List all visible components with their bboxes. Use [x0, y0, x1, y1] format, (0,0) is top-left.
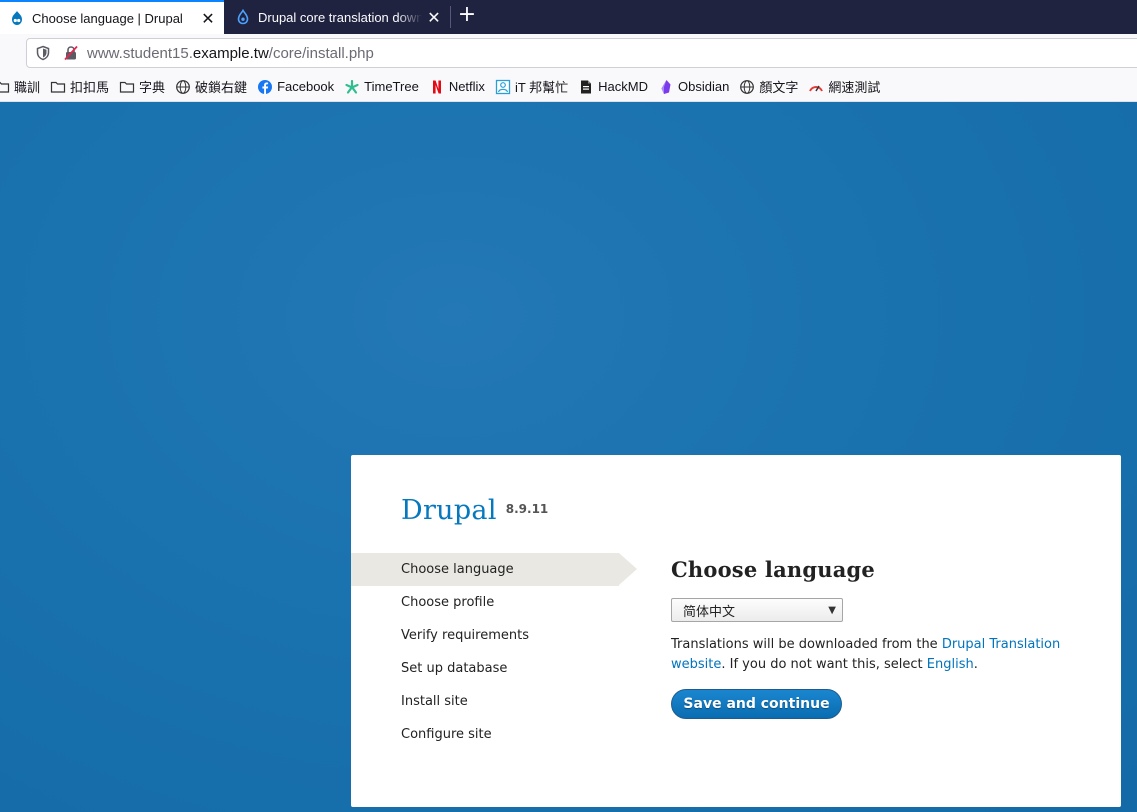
save-and-continue-button[interactable]: Save and continue: [671, 689, 842, 719]
insecure-lock-icon[interactable]: [63, 45, 79, 61]
bookmark-speedtest[interactable]: 網速測試: [803, 75, 885, 99]
bookmark-hackmd[interactable]: HackMD: [573, 75, 653, 99]
bookmark-label: 網速測試: [828, 80, 881, 95]
bookmark-timetree[interactable]: TimeTree: [339, 75, 424, 99]
bookmark-label: 扣扣馬: [70, 80, 110, 95]
bookmark-label: 顏文字: [759, 80, 799, 95]
english-link[interactable]: English: [927, 657, 974, 672]
desc-text: . If you do not want this, select: [721, 657, 927, 672]
drupal-drop-icon: [237, 9, 249, 25]
bookmark-ithome[interactable]: iT 邦幫忙: [490, 75, 573, 99]
tab-drupal-translation[interactable]: Drupal core translation download ✕: [226, 0, 450, 34]
navigation-bar: www.student15.example.tw/core/install.ph…: [0, 34, 1137, 72]
install-steps-list: Choose language Choose profile Verify re…: [351, 553, 637, 751]
bookmark-label: TimeTree: [364, 79, 419, 94]
drupal-favicon-icon: [12, 11, 22, 25]
step-configure-site: Configure site: [401, 727, 492, 742]
timetree-icon: [345, 79, 359, 94]
page-title: Choose language: [671, 557, 875, 582]
installer-card: Drupal 8.9.11 Choose language Choose pro…: [351, 455, 1121, 807]
netflix-icon: [432, 80, 441, 93]
bookmarks-toolbar: 職訓 扣扣馬 字典 破鎖右鍵 Facebook TimeTree Netflix…: [0, 72, 1137, 102]
new-tab-button[interactable]: +: [455, 4, 479, 28]
bookmark-label: 字典: [139, 80, 166, 95]
bookmark-facebook[interactable]: Facebook: [252, 75, 339, 99]
tracking-shield-icon[interactable]: [35, 45, 51, 61]
step-install-site: Install site: [401, 694, 468, 709]
bookmark-label: Facebook: [277, 79, 335, 94]
bookmark-folder-kokoma[interactable]: 扣扣馬: [45, 75, 114, 99]
bookmark-label: HackMD: [598, 79, 648, 94]
url-prefix: www.student15.: [87, 44, 193, 62]
bookmark-label: 破鎖右鍵: [195, 80, 248, 95]
ithome-icon: [495, 79, 511, 94]
bookmark-kaomoji[interactable]: 顏文字: [734, 75, 803, 99]
url-text: www.student15.example.tw/core/install.ph…: [87, 45, 374, 62]
bookmark-obsidian[interactable]: Obsidian: [653, 75, 734, 99]
bookmark-right-click-unlock[interactable]: 破鎖右鍵: [170, 75, 252, 99]
url-host: example.tw: [192, 44, 269, 62]
url-path: /core/install.php: [268, 44, 374, 62]
language-select-value: 简体中文: [683, 604, 736, 620]
url-bar[interactable]: www.student15.example.tw/core/install.ph…: [26, 38, 1137, 68]
language-select[interactable]: 简体中文 ▼: [671, 598, 843, 622]
bookmark-label: 職訓: [14, 80, 41, 95]
translation-description: Translations will be downloaded from the…: [671, 635, 1071, 675]
bookmark-label: Obsidian: [678, 79, 730, 94]
step-set-up-database: Set up database: [401, 661, 508, 676]
tab-close-icon[interactable]: ✕: [422, 8, 446, 27]
hackmd-icon: [581, 80, 592, 93]
desc-text: .: [973, 657, 978, 672]
bookmark-folder-dictionary[interactable]: 字典: [114, 75, 170, 99]
folder-icon: [50, 81, 66, 93]
bookmark-label: Netflix: [448, 79, 485, 94]
bookmark-netflix[interactable]: Netflix: [424, 75, 490, 99]
step-choose-profile: Choose profile: [401, 595, 495, 610]
tab-separator: [450, 6, 451, 28]
desc-text: Translations will be downloaded from the: [671, 637, 942, 652]
bookmark-label: iT 邦幫忙: [514, 80, 569, 95]
drupal-version: 8.9.11: [505, 502, 549, 516]
step-verify-requirements: Verify requirements: [401, 628, 530, 643]
bookmark-folder-zhixun[interactable]: 職訓: [0, 75, 45, 99]
dropdown-arrow-icon: ▼: [828, 604, 836, 616]
tab-title: Choose language | Drupal: [32, 10, 183, 26]
facebook-icon: [258, 79, 273, 94]
tab-bar: Choose language | Drupal ✕ Drupal core t…: [0, 0, 1137, 34]
obsidian-icon: [661, 79, 671, 94]
drupal-logo-text[interactable]: Drupal: [401, 495, 497, 526]
site-branding: Drupal 8.9.11: [401, 495, 548, 526]
main-content: Choose language 简体中文 ▼ Translations will…: [671, 553, 1091, 719]
globe-icon: [176, 79, 190, 94]
step-choose-language: Choose language: [351, 553, 637, 586]
folder-icon: [0, 81, 10, 93]
tab-close-icon[interactable]: ✕: [196, 9, 220, 28]
tab-choose-language[interactable]: Choose language | Drupal ✕: [0, 0, 224, 34]
folder-icon: [119, 81, 135, 93]
globe-icon: [740, 79, 755, 94]
tab-title: Drupal core translation download: [258, 9, 422, 25]
speedtest-icon: [809, 85, 824, 92]
